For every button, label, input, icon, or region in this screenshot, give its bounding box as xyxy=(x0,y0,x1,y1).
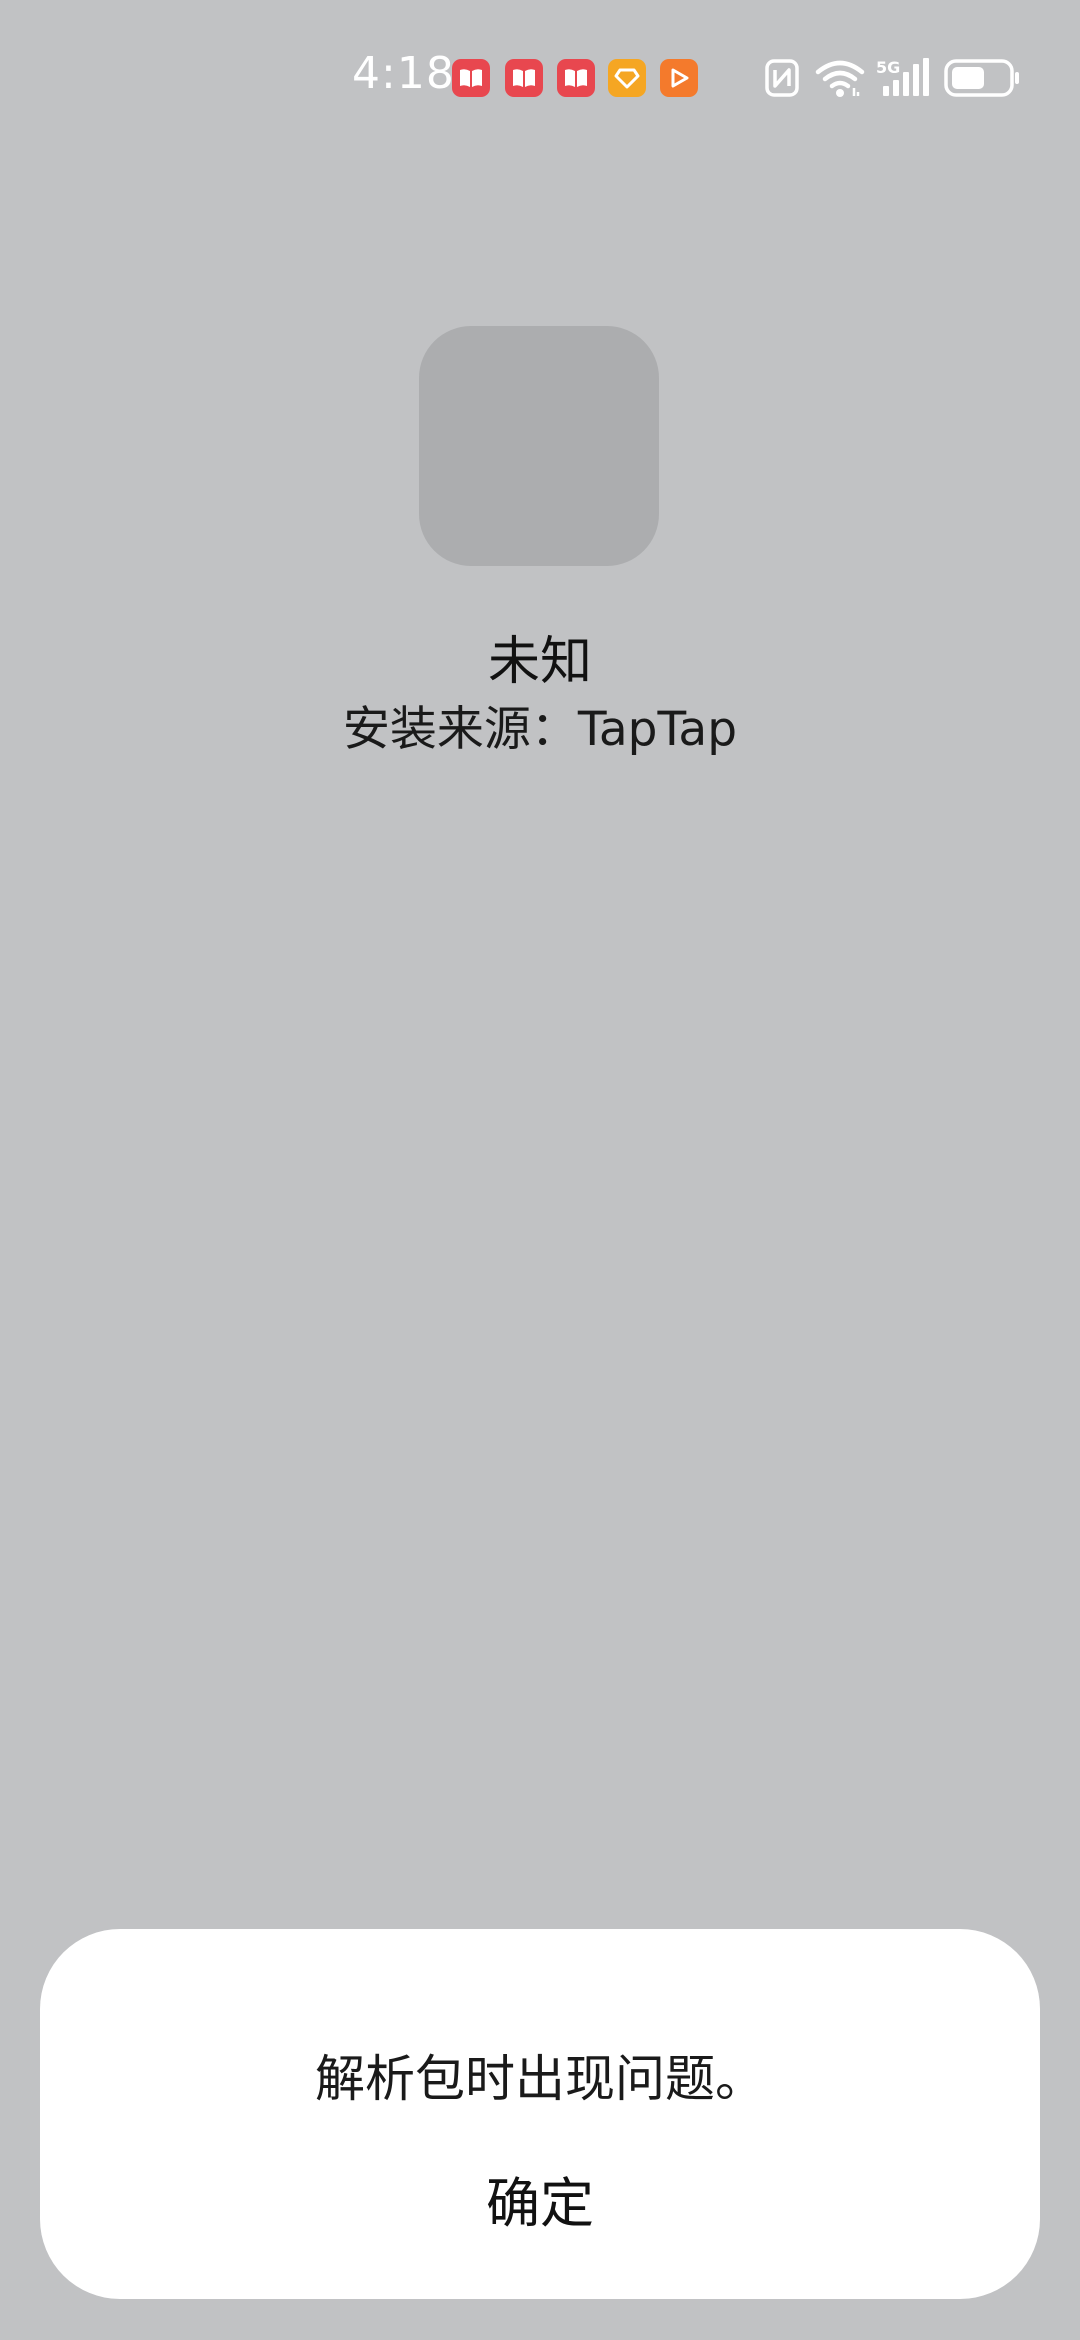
battery-icon xyxy=(944,58,1022,98)
network-label: 5G xyxy=(876,58,900,77)
wifi-icon xyxy=(815,58,865,98)
play-icon xyxy=(660,59,698,97)
book-icon xyxy=(505,59,543,97)
dialog-message: 解析包时出现问题。 xyxy=(315,2050,765,2108)
app-name: 未知 xyxy=(487,632,592,692)
error-dialog: 解析包时出现问题。 确定 xyxy=(40,1929,1040,2299)
status-bar: 4:18 5G xyxy=(0,40,1080,116)
install-source: 安装来源：TapTap xyxy=(342,702,738,757)
diamond-icon xyxy=(608,59,646,97)
book-icon xyxy=(557,59,595,97)
confirm-button[interactable]: 确定 xyxy=(390,2149,690,2259)
signal-5g-icon: 5G xyxy=(875,58,931,98)
status-time: 4:18 xyxy=(352,48,455,99)
app-icon-placeholder xyxy=(419,326,659,566)
nfc-icon xyxy=(764,58,800,98)
book-icon xyxy=(452,59,490,97)
